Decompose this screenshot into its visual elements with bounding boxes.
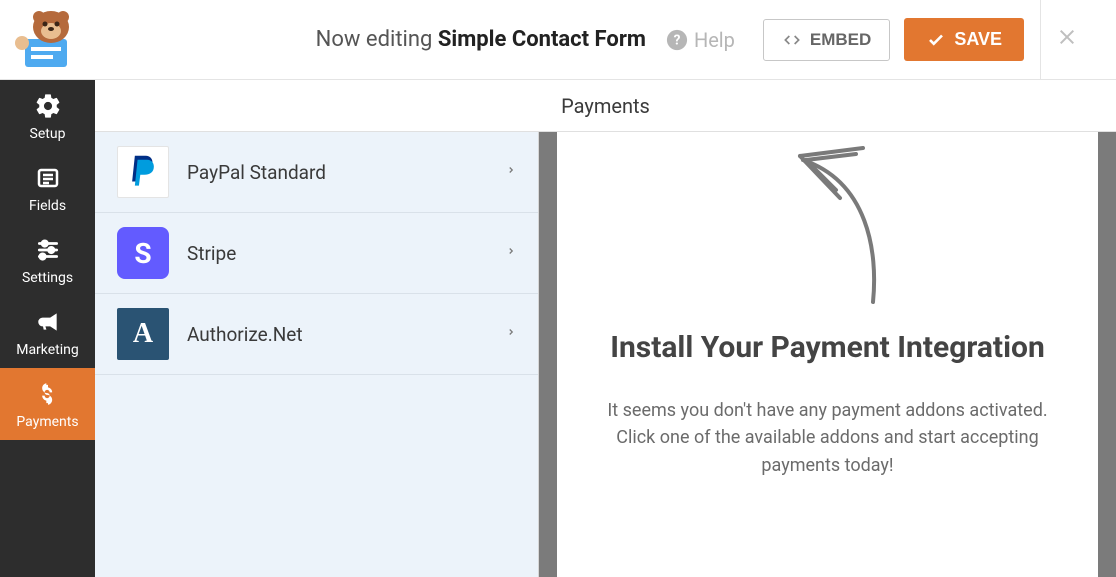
sidenav-item-marketing[interactable]: Marketing bbox=[0, 296, 95, 368]
paypal-icon bbox=[117, 146, 169, 198]
preview-heading: Install Your Payment Integration bbox=[610, 328, 1045, 369]
app-logo bbox=[0, 0, 95, 80]
bullhorn-icon bbox=[33, 308, 63, 336]
gear-icon bbox=[34, 92, 62, 120]
editing-prefix: Now editing bbox=[316, 27, 433, 52]
sliders-icon bbox=[34, 236, 62, 264]
chevron-right-icon bbox=[506, 243, 516, 264]
curved-arrow-icon bbox=[708, 142, 908, 312]
sidenav-item-settings[interactable]: Settings bbox=[0, 224, 95, 296]
list-icon bbox=[34, 164, 62, 192]
sidenav-label: Marketing bbox=[16, 342, 79, 358]
svg-text:?: ? bbox=[674, 32, 681, 48]
embed-label: EMBED bbox=[810, 30, 871, 50]
chevron-right-icon bbox=[506, 324, 516, 345]
sidenav-item-setup[interactable]: Setup bbox=[0, 80, 95, 152]
help-icon: ? bbox=[666, 29, 688, 51]
dollar-icon bbox=[38, 380, 58, 408]
provider-row-stripe[interactable]: S Stripe bbox=[95, 213, 538, 294]
chevron-right-icon bbox=[506, 162, 516, 183]
sidenav-label: Setup bbox=[30, 126, 66, 142]
panel-title: Payments bbox=[95, 80, 1116, 132]
provider-label: PayPal Standard bbox=[187, 161, 488, 184]
check-icon bbox=[926, 31, 946, 49]
editing-label: Now editing Simple Contact Form bbox=[95, 27, 666, 52]
embed-button[interactable]: EMBED bbox=[763, 19, 890, 61]
provider-row-paypal[interactable]: PayPal Standard bbox=[95, 132, 538, 213]
sidenav-label: Fields bbox=[29, 198, 66, 214]
help-link[interactable]: ? Help bbox=[666, 28, 735, 52]
provider-label: Authorize.Net bbox=[187, 323, 488, 346]
save-label: SAVE bbox=[954, 29, 1002, 50]
preview-card: Install Your Payment Integration It seem… bbox=[557, 132, 1098, 577]
preview-description: It seems you don't have any payment addo… bbox=[598, 397, 1058, 481]
sidenav-label: Payments bbox=[16, 414, 78, 430]
sidenav-item-payments[interactable]: Payments bbox=[0, 368, 95, 440]
authorize-icon: A bbox=[117, 308, 169, 360]
provider-row-authorize[interactable]: A Authorize.Net bbox=[95, 294, 538, 375]
provider-label: Stripe bbox=[187, 242, 488, 265]
close-panel bbox=[1040, 0, 1092, 80]
stripe-icon: S bbox=[117, 227, 169, 279]
sidenav-item-fields[interactable]: Fields bbox=[0, 152, 95, 224]
code-icon bbox=[782, 32, 802, 48]
sidenav-label: Settings bbox=[22, 270, 73, 286]
save-button[interactable]: SAVE bbox=[904, 18, 1024, 61]
close-icon[interactable] bbox=[1055, 23, 1079, 56]
form-name: Simple Contact Form bbox=[438, 27, 646, 52]
help-label: Help bbox=[694, 28, 735, 52]
